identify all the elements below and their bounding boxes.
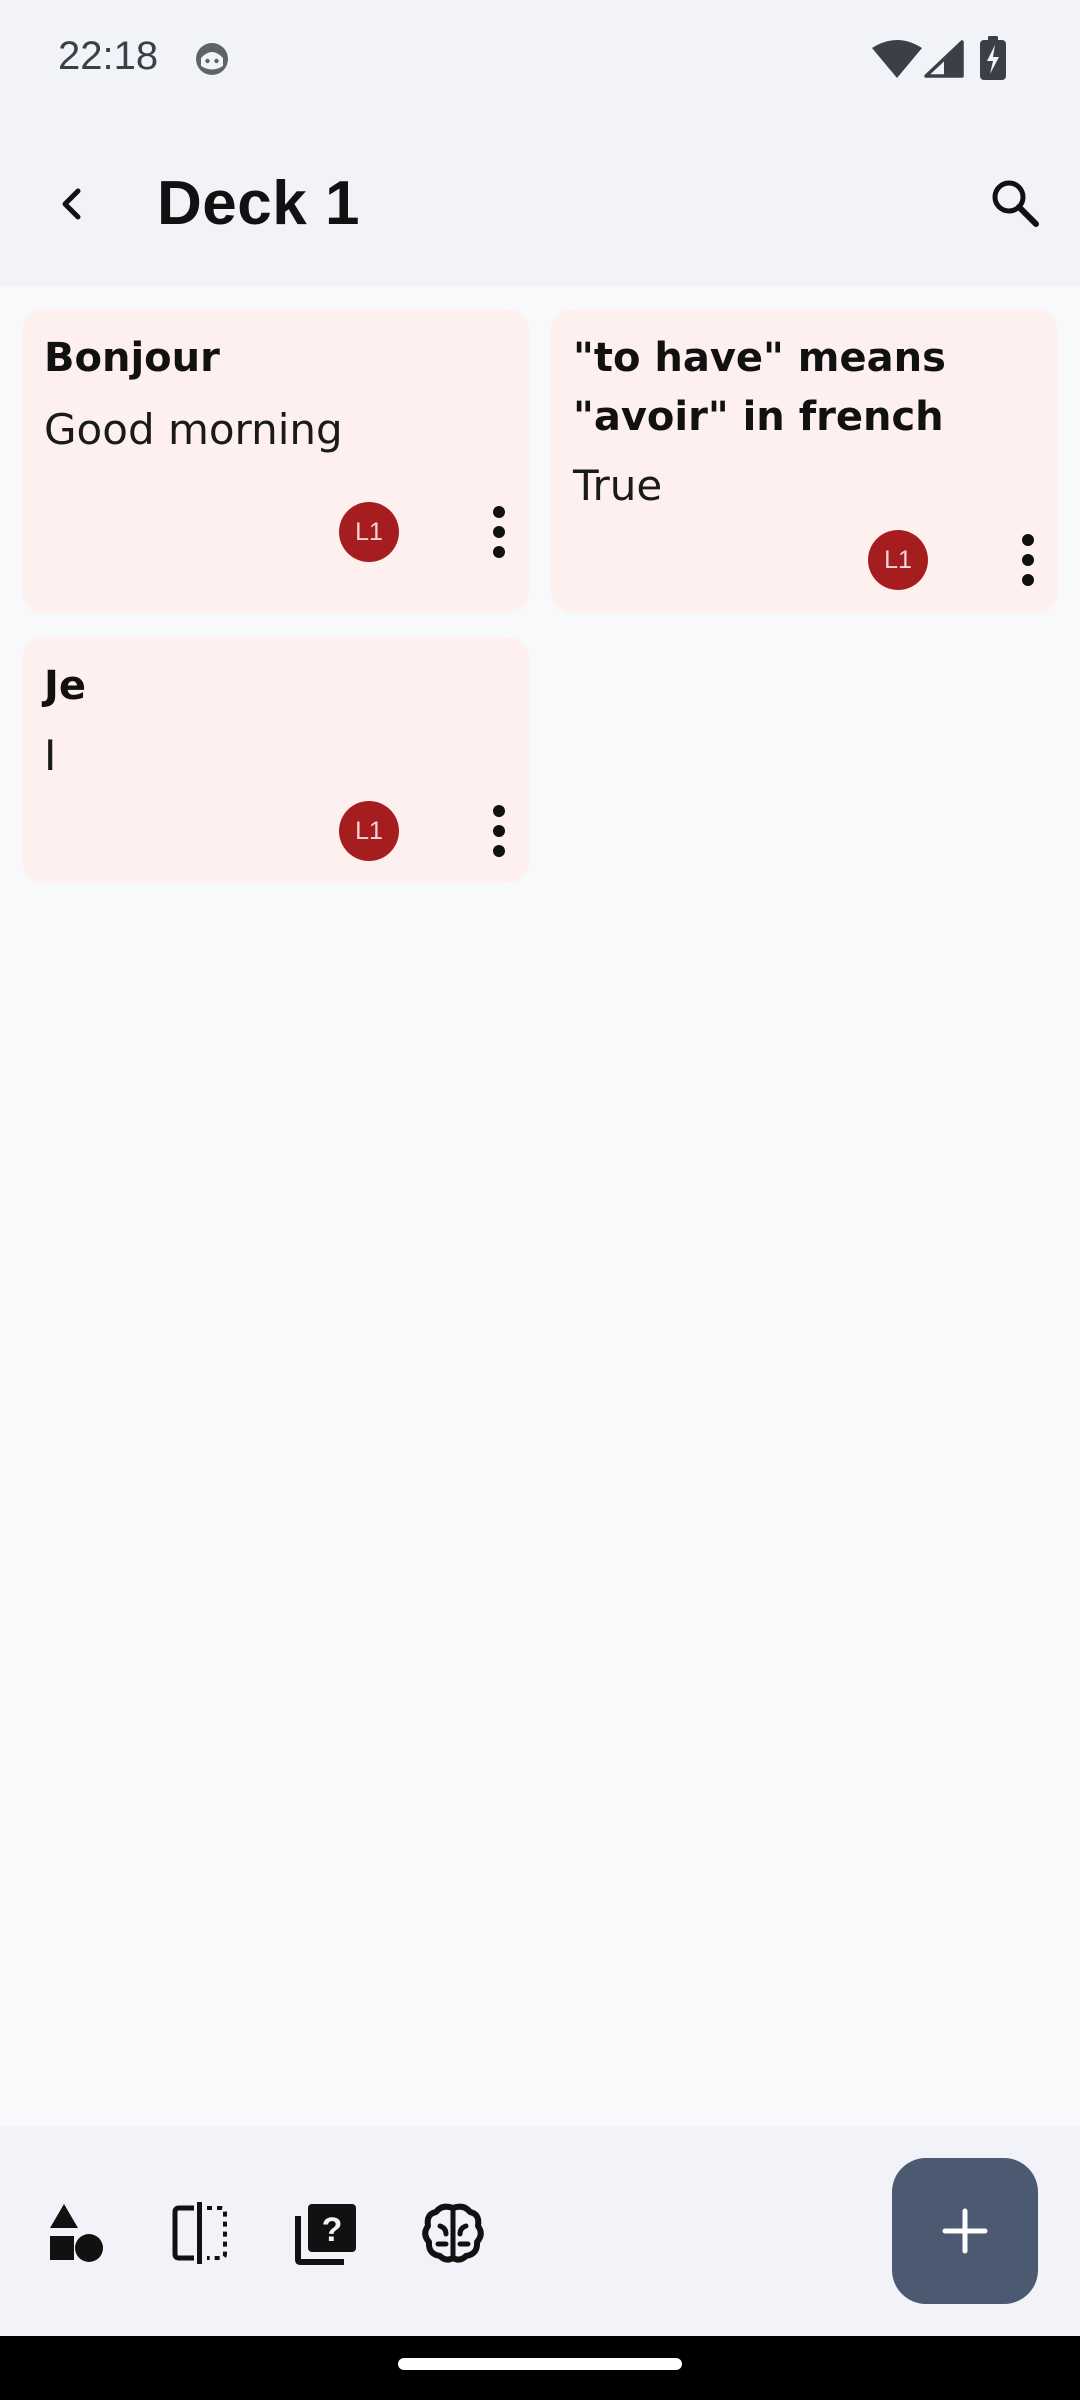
compare-icon[interactable]: [165, 2198, 235, 2268]
status-bar: 22:18: [0, 0, 1080, 118]
flashcard[interactable]: "to have" means "avoir" in french True L…: [551, 309, 1058, 613]
add-icon: [942, 2208, 988, 2254]
quiz-icon[interactable]: ?: [292, 2198, 362, 2268]
card-front-text: Bonjour: [44, 335, 220, 381]
home-indicator[interactable]: [398, 2358, 682, 2370]
card-back-text: True: [573, 461, 663, 510]
shapes-icon[interactable]: [40, 2198, 110, 2268]
more-options-button[interactable]: [1008, 530, 1048, 590]
add-card-button[interactable]: [892, 2158, 1038, 2304]
level-badge: L1: [868, 530, 928, 590]
level-badge: L1: [339, 502, 399, 562]
card-back-text: I: [44, 731, 57, 780]
top-app-bar: Deck 1: [0, 118, 1080, 286]
level-badge: L1: [339, 801, 399, 861]
back-button[interactable]: [42, 174, 102, 234]
bottom-app-bar: ?: [0, 2126, 1080, 2336]
flashcard[interactable]: Bonjour Good morning L1: [22, 309, 529, 613]
brain-icon[interactable]: [418, 2198, 488, 2268]
system-navigation-bar: [0, 2336, 1080, 2400]
more-options-button[interactable]: [479, 502, 519, 562]
wifi-icon: [872, 40, 922, 78]
face-icon: [196, 43, 228, 75]
more-options-button[interactable]: [479, 801, 519, 861]
card-front-text: Je: [44, 663, 87, 709]
card-back-text: Good morning: [44, 405, 343, 454]
search-button[interactable]: [986, 174, 1044, 232]
page-title: Deck 1: [157, 169, 360, 238]
status-time: 22:18: [58, 34, 159, 78]
card-front-text: "to have" means "avoir" in french: [573, 335, 946, 440]
battery-icon: [980, 36, 1006, 80]
svg-text:?: ?: [322, 2211, 343, 2249]
signal-icon: [924, 40, 964, 78]
flashcard[interactable]: Je I L1: [22, 637, 529, 883]
